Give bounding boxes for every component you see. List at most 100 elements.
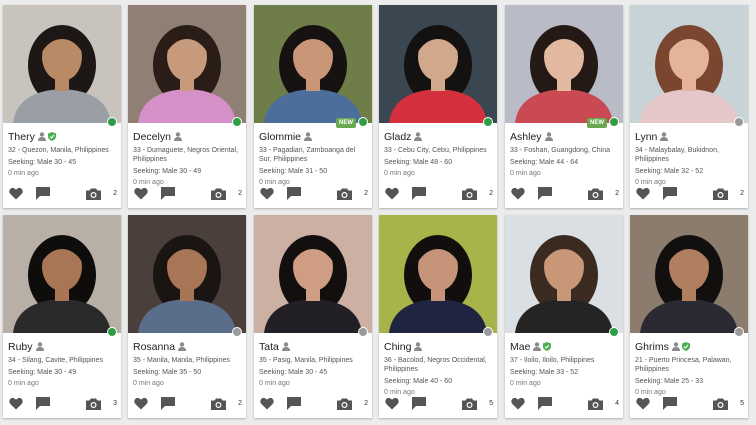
camera-icon[interactable] [462,187,477,205]
profile-name[interactable]: Mae [510,341,530,353]
message-icon[interactable] [287,187,301,205]
message-icon[interactable] [36,397,50,415]
profile-card[interactable]: Ruby 34 - Silang, Cavite, Philippines Seek… [3,215,121,418]
heart-icon[interactable] [134,397,148,415]
name-row: Ching [384,339,494,355]
message-icon[interactable] [412,187,426,205]
heart-icon[interactable] [511,397,525,415]
profile-name[interactable]: Lynn [635,131,657,143]
heart-icon[interactable] [260,397,274,415]
name-row: Mae [510,339,620,355]
camera-icon[interactable] [86,397,101,415]
name-row: Thery [8,129,118,145]
profile-info: Glommie 33 - Pagadian, Zamboanga del Sur,… [259,129,369,187]
message-icon[interactable] [161,187,175,205]
profile-name[interactable]: Decelyn [133,131,171,143]
user-icon [544,128,553,146]
heart-icon[interactable] [260,187,274,205]
profile-name[interactable]: Ashley [510,131,542,143]
camera-icon[interactable] [588,397,603,415]
profile-photo[interactable] [254,5,372,123]
last-seen: 0 min ago [133,380,164,387]
profile-name[interactable]: Glommie [259,131,301,143]
photo-count: 2 [364,400,368,407]
profile-name[interactable]: Ching [384,341,411,353]
profile-card[interactable]: Rosanna 35 - Manila, Manila, Philippines S… [128,215,246,418]
profile-photo[interactable] [254,215,372,333]
profile-name[interactable]: Thery [8,131,35,143]
photo-count: 2 [489,190,493,197]
profile-photo[interactable] [630,5,748,123]
photo-count: 2 [740,190,744,197]
message-icon[interactable] [412,397,426,415]
message-icon[interactable] [538,187,552,205]
profile-name[interactable]: Tata [259,341,279,353]
camera-icon[interactable] [462,397,477,415]
profile-name[interactable]: Gladz [384,131,411,143]
profile-info: Ashley 33 - Foshan, Guangdong, China Seeki… [510,129,620,178]
profile-photo[interactable] [505,5,623,123]
last-seen: 0 min ago [259,380,290,387]
last-seen: 0 min ago [635,389,666,396]
profile-photo[interactable] [3,5,121,123]
card-actions: 4 [511,397,619,411]
profile-card[interactable]: Tata 35 - Pasig, Manila, Philippines Seeki… [254,215,372,418]
profile-name[interactable]: Ruby [8,341,33,353]
card-actions: 3 [9,397,117,411]
seeking-range: Seeking: Male 48 - 60 [384,159,453,166]
seeking-range: Seeking: Male 32 - 52 [635,168,704,175]
profile-photo[interactable] [128,215,246,333]
profile-photo[interactable] [128,5,246,123]
profile-info: Lynn 34 - Malaybalay, Bukidnon, Philippin… [635,129,745,187]
profile-card[interactable]: Ghrims 21 - Puerto Princesa, Palawan, Phi… [630,215,748,418]
profile-card[interactable]: NEW Glommie 33 - Pagadian, Zamboanga del S… [254,5,372,208]
camera-icon[interactable] [713,187,728,205]
heart-icon[interactable] [385,187,399,205]
profile-card[interactable]: NEW Ashley 33 - Foshan, Guangdong, China Se… [505,5,623,208]
camera-icon[interactable] [86,187,101,205]
heart-icon[interactable] [385,397,399,415]
photo-count: 5 [489,400,493,407]
profile-name[interactable]: Ghrims [635,341,669,353]
camera-icon[interactable] [588,187,603,205]
message-icon[interactable] [287,397,301,415]
camera-icon[interactable] [211,397,226,415]
message-icon[interactable] [161,397,175,415]
online-status-dot [483,117,493,127]
message-icon[interactable] [663,397,677,415]
profile-photo[interactable] [630,215,748,333]
new-badge: NEW [587,118,607,128]
camera-icon[interactable] [713,397,728,415]
camera-icon[interactable] [337,187,352,205]
profile-card[interactable]: Ching 36 - Bacolod, Negros Occidental, Ph… [379,215,497,418]
message-icon[interactable] [538,397,552,415]
profile-photo[interactable] [379,5,497,123]
camera-icon[interactable] [211,187,226,205]
name-row: Rosanna [133,339,243,355]
user-icon [178,338,187,356]
heart-icon[interactable] [9,397,23,415]
heart-icon[interactable] [511,187,525,205]
profile-card[interactable]: Decelyn 33 - Dumaguete, Negros Oriental, … [128,5,246,208]
message-icon[interactable] [663,187,677,205]
seeking-range: Seeking: Male 30 - 49 [8,369,77,376]
heart-icon[interactable] [636,397,650,415]
user-icon [173,128,182,146]
profile-location: 21 - Puerto Princesa, Palawan, Philippin… [635,357,732,373]
offline-status-dot [734,327,744,337]
heart-icon[interactable] [636,187,650,205]
profile-photo[interactable] [505,215,623,333]
camera-icon[interactable] [337,397,352,415]
profile-name[interactable]: Rosanna [133,341,175,353]
profile-card[interactable]: Lynn 34 - Malaybalay, Bukidnon, Philippin… [630,5,748,208]
profile-card[interactable]: Thery 32 - Quezon, Manila, Philippines See… [3,5,121,208]
profile-photo[interactable] [3,215,121,333]
heart-icon[interactable] [134,187,148,205]
last-seen: 0 min ago [384,170,415,177]
profile-card[interactable]: Mae 37 - Iloilo, Iloilo, Philippines Seeki… [505,215,623,418]
profile-photo[interactable] [379,215,497,333]
message-icon[interactable] [36,187,50,205]
heart-icon[interactable] [9,187,23,205]
verified-shield-icon [681,338,690,356]
profile-card[interactable]: Gladz 33 - Cebu City, Cebu, Philippines Se… [379,5,497,208]
